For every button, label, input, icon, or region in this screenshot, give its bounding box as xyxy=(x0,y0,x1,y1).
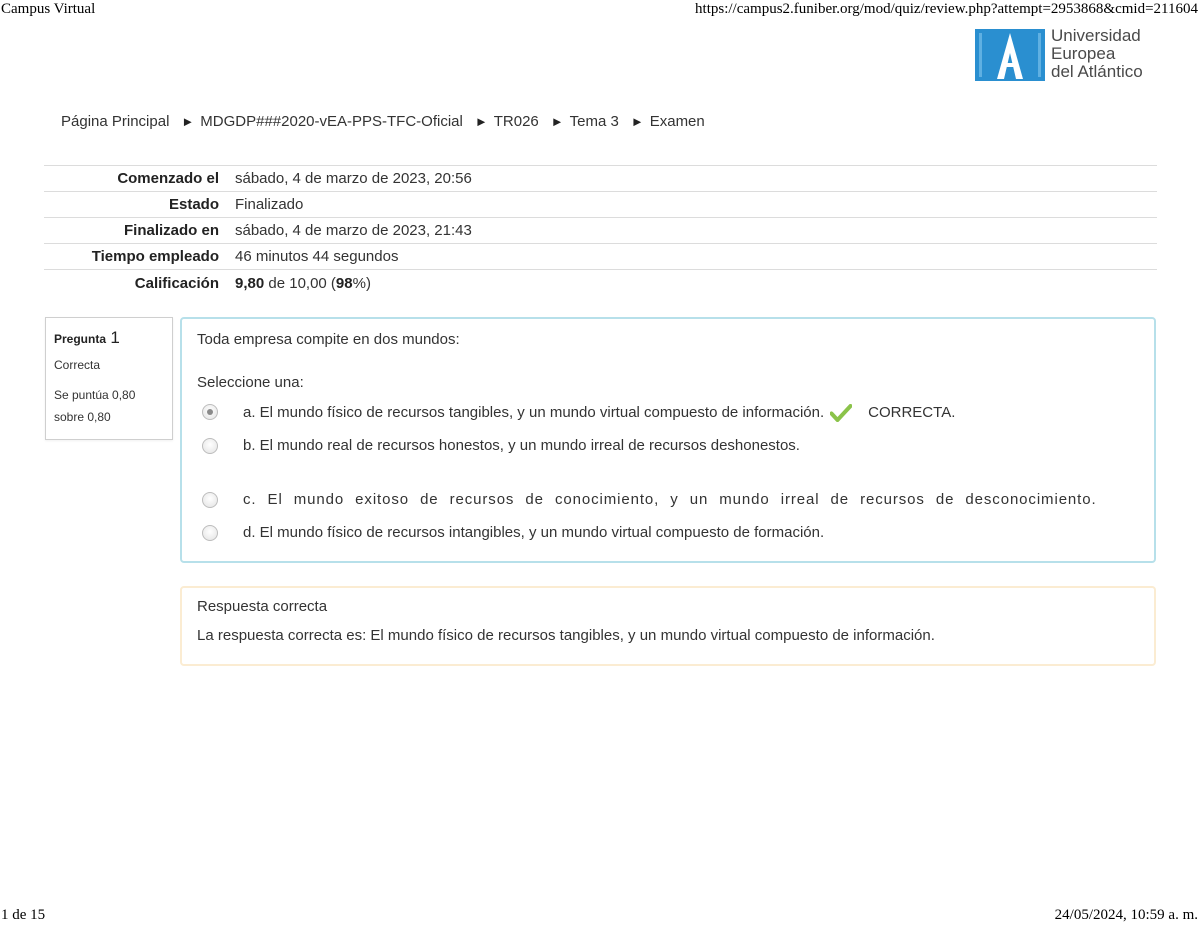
university-logo[interactable]: Universidad Europea del Atlántico xyxy=(975,27,1155,83)
question-label: Pregunta xyxy=(54,332,107,346)
breadcrumb: Página Principal ► MDGDP###2020-vEA-PPS-… xyxy=(61,113,705,130)
summary-label: Finalizado en xyxy=(123,222,219,239)
summary-row-time-taken: Tiempo empleado 46 minutos 44 segundos xyxy=(44,244,1157,270)
radio-unselected-icon[interactable] xyxy=(202,524,218,541)
radio-unselected-icon[interactable] xyxy=(202,437,218,454)
summary-label: Tiempo empleado xyxy=(91,248,219,265)
breadcrumb-separator-icon: ► xyxy=(181,114,195,129)
breadcrumb-separator-icon: ► xyxy=(550,114,564,129)
logo-line-2: Europea xyxy=(1051,44,1116,63)
attempt-summary-table: Comenzado el sábado, 4 de marzo de 2023,… xyxy=(44,165,1157,296)
grade-percent: 98 xyxy=(335,274,353,292)
breadcrumb-exam[interactable]: Examen xyxy=(650,113,705,130)
answer-feedback: CORRECTA. xyxy=(868,403,956,421)
grade-of: de 10,00 ( xyxy=(264,274,336,292)
summary-value: 46 minutos 44 segundos xyxy=(235,248,399,265)
summary-value: sábado, 4 de marzo de 2023, 20:56 xyxy=(235,170,472,187)
breadcrumb-home[interactable]: Página Principal xyxy=(61,113,169,130)
correct-check-icon xyxy=(829,404,853,422)
answer-option-b[interactable]: b. El mundo real de recursos honestos, y… xyxy=(202,437,800,454)
breadcrumb-separator-icon: ► xyxy=(474,114,488,129)
answer-option-c[interactable]: c. El mundo exitoso de recursos de conoc… xyxy=(202,491,1097,508)
summary-label: Estado xyxy=(168,196,219,213)
breadcrumb-course[interactable]: MDGDP###2020-vEA-PPS-TFC-Oficial xyxy=(200,113,463,130)
print-footer-page: 1 de 15 xyxy=(1,907,46,923)
summary-row-finished: Finalizado en sábado, 4 de marzo de 2023… xyxy=(44,218,1157,244)
logo-line-1: Universidad xyxy=(1051,26,1141,45)
answer-prompt: Seleccione una: xyxy=(197,374,304,391)
print-footer-date: 24/05/2024, 10:59 a. m. xyxy=(1054,907,1198,923)
breadcrumb-section[interactable]: TR026 xyxy=(494,113,539,130)
logo-text: Universidad Europea del Atlántico xyxy=(1051,27,1143,81)
grade-score: 9,80 xyxy=(235,274,265,292)
summary-label: Calificación xyxy=(134,274,219,292)
answer-text: b. El mundo real de recursos honestos, y… xyxy=(243,437,800,454)
breadcrumb-topic[interactable]: Tema 3 xyxy=(570,113,619,130)
question-state: Correcta xyxy=(54,358,101,372)
print-header-url: https://campus2.funiber.org/mod/quiz/rev… xyxy=(695,1,1198,17)
feedback-title: Respuesta correcta xyxy=(197,598,328,615)
question-grade-line-2: sobre 0,80 xyxy=(54,410,111,424)
question-grade-line-1: Se puntúa 0,80 xyxy=(54,388,136,402)
grade-value: 9,80 de 10,00 (98%) xyxy=(219,275,371,292)
summary-row-state: Estado Finalizado xyxy=(44,192,1157,218)
answer-option-d[interactable]: d. El mundo físico de recursos intangibl… xyxy=(202,524,824,541)
question-text: Toda empresa compite en dos mundos: xyxy=(197,331,460,348)
answer-option-a[interactable]: a. El mundo físico de recursos tangibles… xyxy=(202,403,956,422)
question-number: 1 xyxy=(110,328,120,347)
question-info-panel: Pregunta 1 Correcta Se puntúa 0,80 sobre… xyxy=(45,317,173,440)
logo-a-icon xyxy=(975,29,1045,81)
radio-unselected-icon[interactable] xyxy=(202,491,218,508)
question-number-label: Pregunta 1 xyxy=(54,328,164,348)
general-feedback-box: Respuesta correcta La respuesta correcta… xyxy=(180,586,1156,666)
breadcrumb-separator-icon: ► xyxy=(630,114,644,129)
summary-label: Comenzado el xyxy=(117,170,219,187)
answer-text: d. El mundo físico de recursos intangibl… xyxy=(243,524,825,541)
summary-value: Finalizado xyxy=(235,196,304,213)
summary-row-started: Comenzado el sábado, 4 de marzo de 2023,… xyxy=(44,166,1157,192)
question-content-box: Toda empresa compite en dos mundos: Sele… xyxy=(180,317,1156,563)
feedback-text: La respuesta correcta es: El mundo físic… xyxy=(197,627,935,644)
question-grade: Se puntúa 0,80 sobre 0,80 xyxy=(54,384,164,428)
print-header-title: Campus Virtual xyxy=(1,1,96,17)
summary-value: sábado, 4 de marzo de 2023, 21:43 xyxy=(235,222,472,239)
logo-line-3: del Atlántico xyxy=(1051,62,1143,81)
answer-text: a. El mundo físico de recursos tangibles… xyxy=(243,403,825,421)
radio-selected-icon[interactable] xyxy=(202,404,218,420)
answer-text: c. El mundo exitoso de recursos de conoc… xyxy=(243,491,1097,508)
grade-close: %) xyxy=(352,274,371,292)
summary-row-grade: Calificación 9,80 de 10,00 (98%) xyxy=(44,270,1157,296)
